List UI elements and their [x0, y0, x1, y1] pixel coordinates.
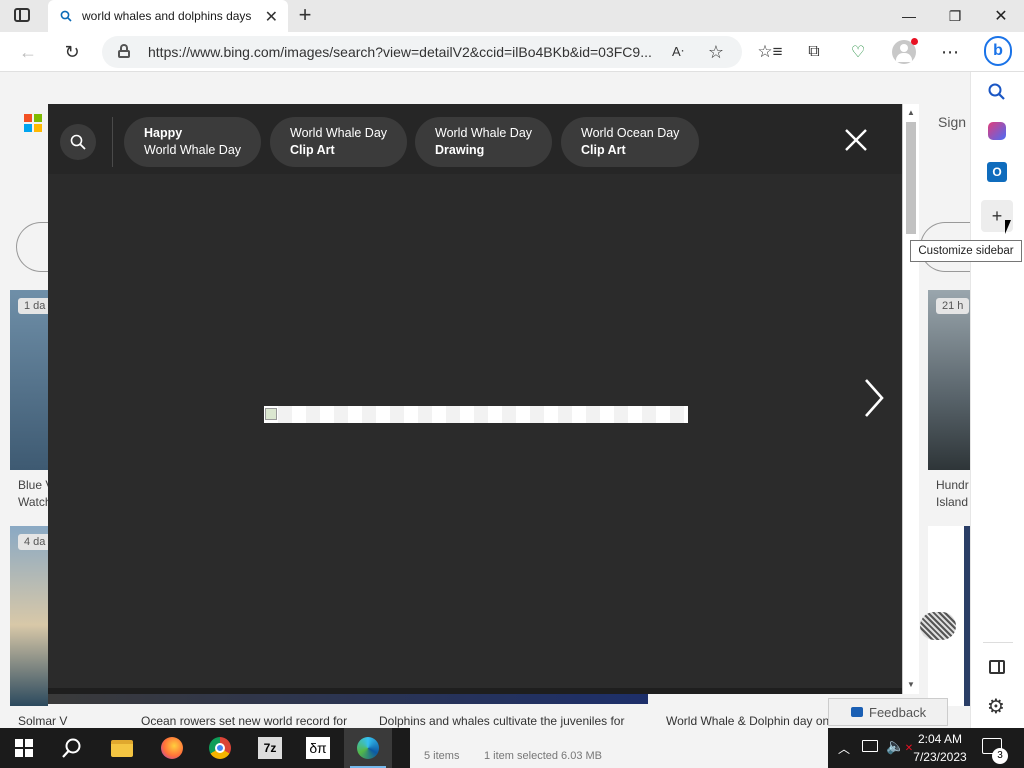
firefox-icon[interactable]: [148, 728, 196, 768]
browser-tab[interactable]: world whales and dolphins days ✕: [48, 0, 288, 32]
broken-image-placeholder[interactable]: [264, 406, 688, 423]
navigation-bar: ← ↻ https://www.bing.com/images/search?v…: [0, 32, 1024, 72]
windows-icon: [15, 739, 33, 757]
modal-footer-strip: [48, 688, 902, 694]
lock-icon[interactable]: [118, 44, 130, 58]
more-options-icon[interactable]: ⋯: [936, 38, 964, 66]
time-badge: 21 h: [936, 298, 970, 314]
scrollbar-thumb[interactable]: [906, 122, 916, 234]
refresh-icon[interactable]: ↻: [58, 38, 86, 66]
broken-image-icon: [265, 408, 277, 420]
bing-chat-icon[interactable]: b: [984, 36, 1012, 66]
background-explorer-window: 5 items 1 item selected 6.03 MB: [410, 728, 828, 768]
url-text: https://www.bing.com/images/search?view=…: [148, 44, 652, 60]
collections-icon[interactable]: ⧉: [800, 38, 828, 66]
related-chip[interactable]: Happy World Whale Day: [124, 117, 262, 167]
taskbar-search-icon[interactable]: [48, 728, 96, 768]
search-icon: [60, 10, 72, 22]
dotted-graphic: [920, 612, 956, 640]
modal-scrollbar[interactable]: ▲ ▼: [902, 104, 919, 694]
edge-sidebar: O + ⚙: [970, 72, 1024, 728]
read-aloud-icon[interactable]: Aᐧ: [664, 38, 692, 66]
favorite-star-icon[interactable]: ☆: [702, 38, 730, 66]
thumbnail-caption[interactable]: Island: [936, 495, 968, 509]
sign-in-link[interactable]: Sign: [938, 114, 966, 130]
browser-essentials-icon[interactable]: ♡: [844, 38, 872, 66]
split-screen-icon[interactable]: [989, 660, 1005, 674]
clock-date[interactable]: 7/23/2023: [910, 750, 970, 764]
related-searches-bar: Happy World Whale Day World Whale Day Cl…: [48, 104, 902, 174]
restore-button[interactable]: ❐: [932, 0, 978, 32]
feedback-button[interactable]: Feedback: [828, 698, 948, 726]
thumbnail-caption[interactable]: Hundr: [936, 478, 969, 492]
office-icon[interactable]: [988, 122, 1006, 140]
math-app-icon[interactable]: δπ: [294, 728, 342, 768]
divider: [112, 117, 113, 167]
related-chip[interactable]: World Whale Day Clip Art: [270, 117, 408, 167]
scroll-up-arrow-icon[interactable]: ▲: [907, 108, 915, 117]
feedback-label: Feedback: [869, 704, 927, 720]
divider: [983, 642, 1013, 643]
start-button[interactable]: [0, 728, 48, 768]
customize-sidebar-tooltip: Customize sidebar: [910, 240, 1022, 262]
thumbnail-image[interactable]: [928, 290, 970, 470]
search-icon: [70, 134, 86, 150]
search-button[interactable]: [60, 124, 96, 160]
edge-icon[interactable]: [344, 728, 392, 768]
thumbnail-caption[interactable]: Dolphins and whales cultivate the juveni…: [379, 714, 624, 728]
new-tab-button[interactable]: +: [294, 4, 316, 26]
search-icon[interactable]: [987, 82, 1007, 102]
tab-title: world whales and dolphins days: [82, 9, 252, 23]
close-tab-icon[interactable]: ✕: [265, 7, 278, 27]
thumbnail-image[interactable]: [10, 526, 48, 706]
related-chip[interactable]: World Whale Day Drawing: [415, 117, 553, 167]
image-detail-modal: Happy World Whale Day World Whale Day Cl…: [48, 104, 902, 694]
outlook-icon[interactable]: O: [987, 162, 1007, 182]
address-bar[interactable]: https://www.bing.com/images/search?view=…: [102, 36, 742, 68]
windows-taskbar: 7z δπ 5 items 1 item selected 6.03 MB ︿ …: [0, 728, 1024, 768]
thumbnail-caption[interactable]: World Whale & Dolphin day on: [666, 714, 829, 728]
explorer-status-selected: 1 item selected 6.03 MB: [484, 750, 603, 762]
network-icon[interactable]: [862, 740, 878, 752]
notification-count-badge: 3: [992, 748, 1008, 764]
related-chip[interactable]: World Ocean Day Clip Art: [561, 117, 700, 167]
tab-bar: world whales and dolphins days ✕ + — ❐ ✕: [0, 0, 1024, 32]
file-explorer-icon[interactable]: [98, 728, 146, 768]
time-badge: 1 da: [18, 298, 52, 314]
close-icon[interactable]: [842, 126, 870, 154]
profile-avatar[interactable]: [892, 38, 918, 64]
favorites-icon[interactable]: ☆≡: [756, 38, 784, 66]
tab-actions-icon[interactable]: [14, 8, 30, 22]
chevron-right-icon[interactable]: [858, 376, 888, 420]
time-badge: 4 da: [18, 534, 52, 550]
minimize-button[interactable]: —: [886, 0, 932, 32]
feedback-icon: [851, 707, 863, 717]
thumbnail-caption[interactable]: Ocean rowers set new world record for: [141, 714, 347, 728]
chrome-icon[interactable]: [196, 728, 244, 768]
explorer-status-items: 5 items: [424, 750, 460, 762]
clock-time[interactable]: 2:04 AM: [916, 732, 964, 746]
scroll-down-arrow-icon[interactable]: ▼: [907, 680, 915, 689]
mouse-cursor: [1005, 220, 1011, 234]
settings-gear-icon[interactable]: ⚙: [987, 694, 1005, 719]
microsoft-logo: [24, 114, 42, 132]
7zip-icon[interactable]: 7z: [246, 728, 294, 768]
show-hidden-icons-chevron-up-icon[interactable]: ︿: [838, 740, 850, 757]
thumbnail-image[interactable]: [10, 290, 48, 470]
thumbnail-caption[interactable]: Solmar V: [18, 714, 67, 728]
back-arrow-icon[interactable]: ←: [14, 38, 42, 66]
thumbnail-caption[interactable]: Watch: [18, 495, 52, 509]
close-window-button[interactable]: ✕: [978, 0, 1024, 32]
